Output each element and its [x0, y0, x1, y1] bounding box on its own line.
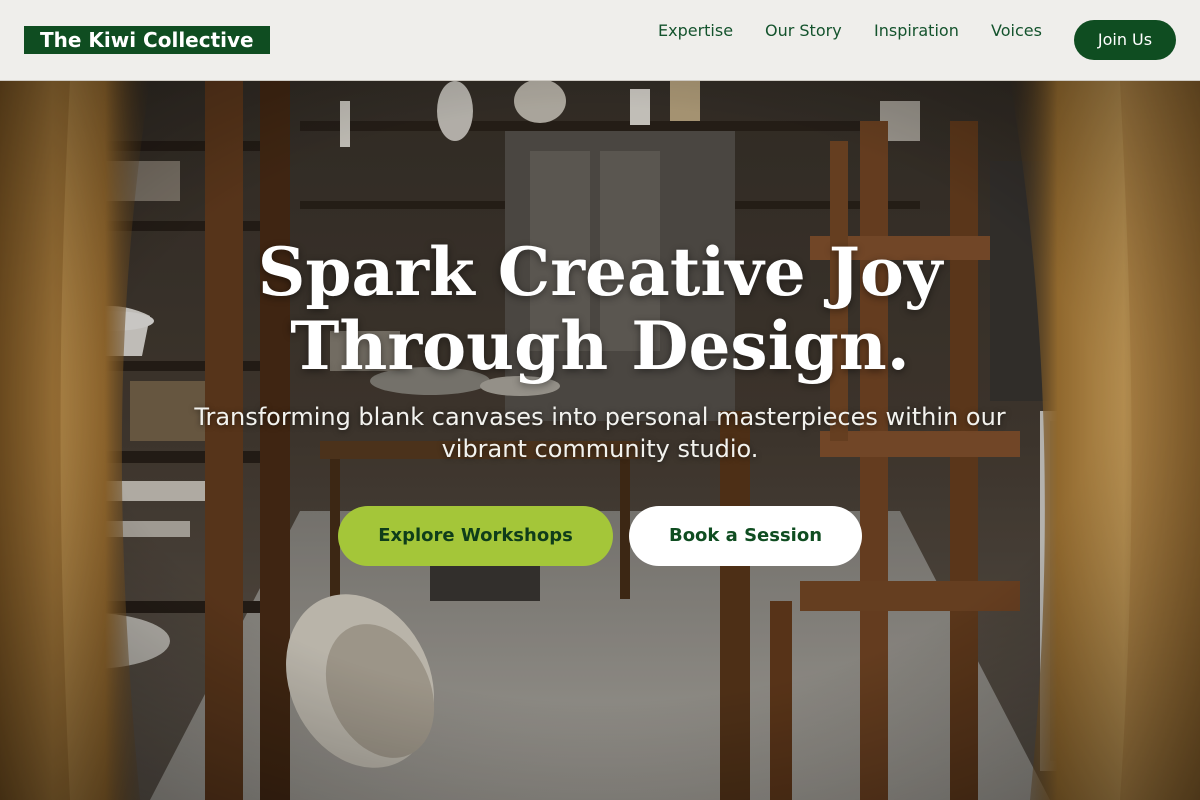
nav-link-inspiration[interactable]: Inspiration	[874, 21, 959, 40]
book-session-button[interactable]: Book a Session	[629, 506, 862, 566]
join-us-button[interactable]: Join Us	[1074, 20, 1176, 60]
site-header: The Kiwi Collective Expertise Our Story …	[0, 0, 1200, 81]
brand-logo[interactable]: The Kiwi Collective	[24, 26, 270, 54]
nav-link-voices[interactable]: Voices	[991, 21, 1042, 40]
nav-link-our-story[interactable]: Our Story	[765, 21, 842, 40]
hero-section: Spark Creative Joy Through Design. Trans…	[0, 81, 1200, 800]
hero-title: Spark Creative Joy Through Design.	[257, 233, 943, 385]
nav-link-expertise[interactable]: Expertise	[658, 21, 733, 40]
explore-workshops-button[interactable]: Explore Workshops	[338, 506, 613, 566]
hero-subtitle: Transforming blank canvases into persona…	[194, 403, 1006, 463]
